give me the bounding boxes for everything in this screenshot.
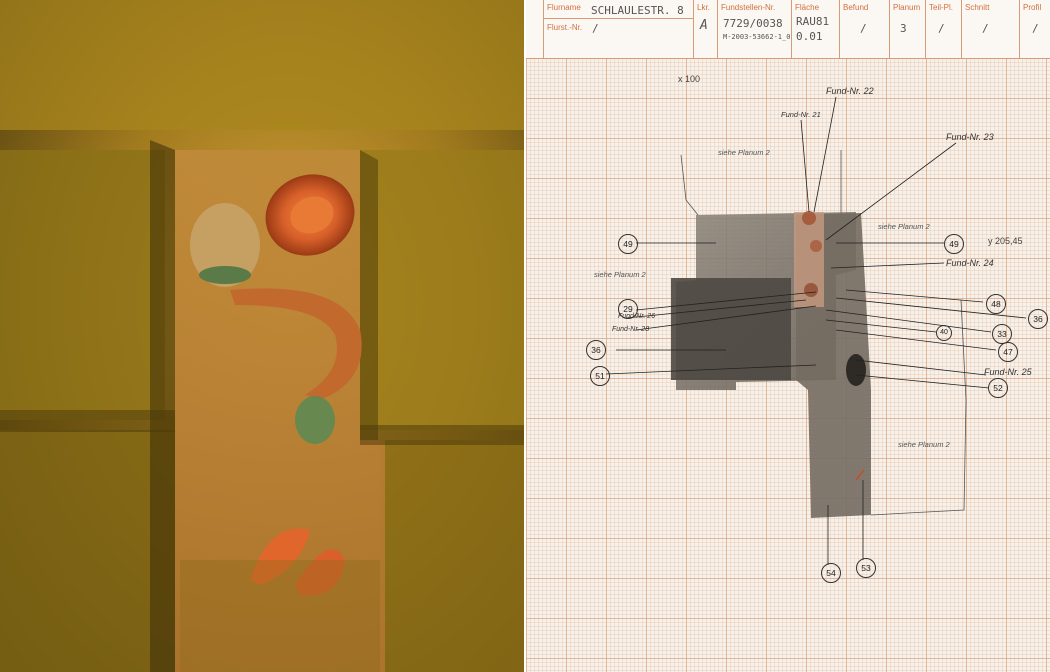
circle-label-51: 51 [590, 366, 610, 386]
fund-label-25: Fund-Nr. 25 [984, 367, 1032, 377]
circle-label-33: 33 [992, 324, 1012, 344]
note-siehe-planum-1: siehe Planum 2 [718, 148, 770, 157]
fund-label-24: Fund-Nr. 24 [946, 258, 994, 268]
fund-label-22: Fund-Nr. 22 [826, 86, 874, 96]
circle-label-29: 29 [618, 299, 638, 319]
y-coordinate: y 205,45 [988, 236, 1023, 246]
fund-label-28: Fund-Nr. 28 [612, 326, 650, 333]
excavation-photo-graphic [0, 0, 524, 672]
circle-label-36a: 36 [1028, 309, 1048, 329]
plan-drawing [605, 96, 1027, 565]
circle-label-49b: 49 [944, 234, 964, 254]
circle-label-47: 47 [998, 342, 1018, 362]
excavation-photo [0, 0, 524, 672]
drawing-sheet: Flurname SCHLAULESTR. 8 Flurst.-Nr. / Lk… [526, 0, 1050, 672]
x-coordinate: x 100 [678, 74, 701, 84]
circle-label-53: 53 [856, 558, 876, 578]
circle-label-52: 52 [988, 378, 1008, 398]
circle-label-36b: 36 [586, 340, 606, 360]
fund-label-23: Fund-Nr. 23 [946, 132, 994, 142]
note-siehe-planum-3: siehe Planum 2 [594, 270, 646, 279]
circle-label-48: 48 [986, 294, 1006, 314]
circle-label-40: 40 [936, 325, 952, 341]
note-siehe-planum-2: siehe Planum 2 [878, 222, 930, 231]
circle-label-54: 54 [821, 563, 841, 583]
note-siehe-planum-4: siehe Planum 2 [898, 440, 950, 449]
fund-label-21: Fund-Nr. 21 [781, 110, 821, 119]
circle-label-49a: 49 [618, 234, 638, 254]
